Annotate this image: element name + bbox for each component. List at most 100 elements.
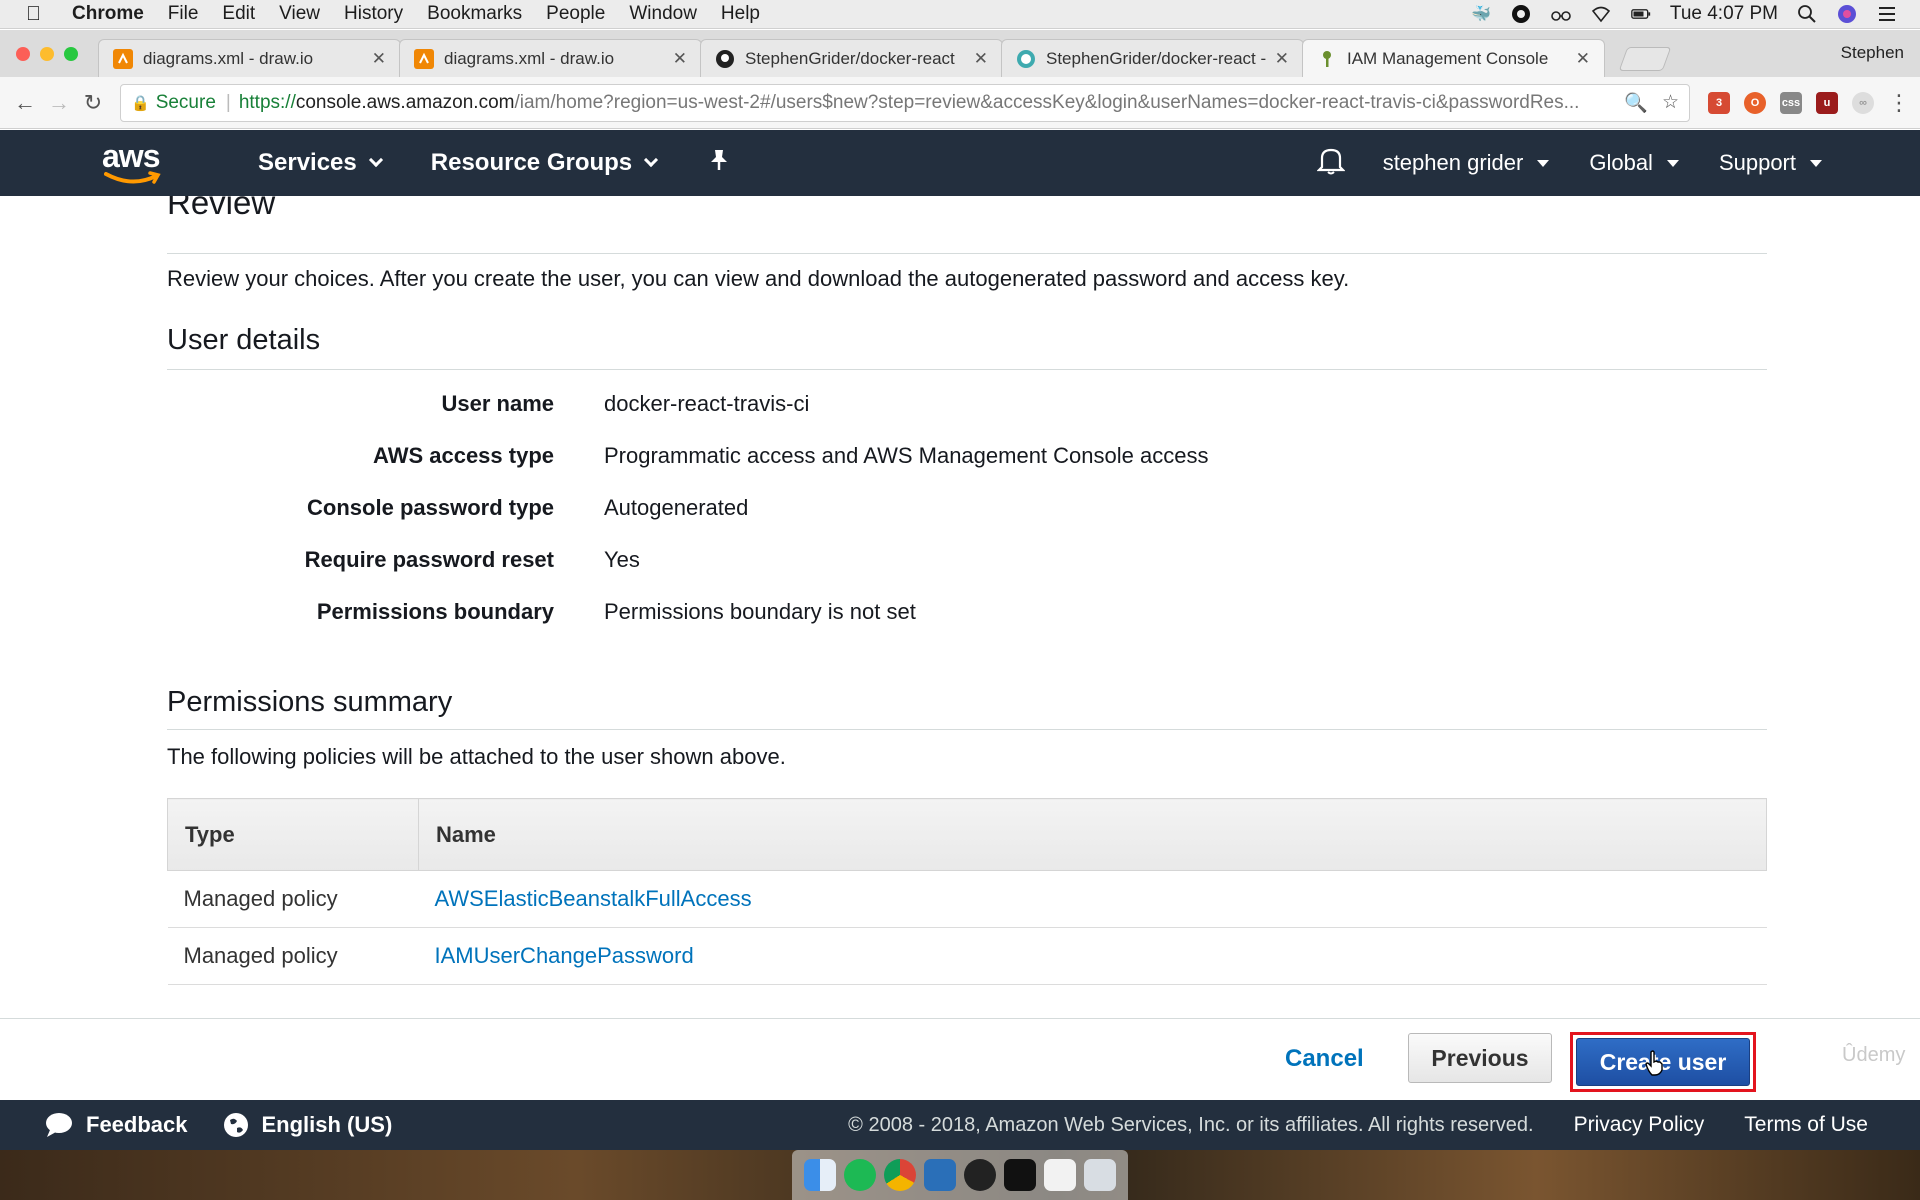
menu-app-chrome[interactable]: Chrome [72, 3, 144, 25]
column-header-name: Name [418, 798, 1767, 871]
aperture-icon[interactable] [1510, 4, 1532, 24]
pin-icon[interactable] [708, 148, 730, 179]
spotify-icon[interactable] [844, 1159, 876, 1191]
extension-icon[interactable]: ∞ [1852, 91, 1874, 114]
tab-close-icon[interactable]: ✕ [974, 49, 988, 69]
privacy-policy-link[interactable]: Privacy Policy [1574, 1113, 1705, 1137]
aws-top-navigation: aws Services Resource Groups stephen gri… [0, 130, 1920, 196]
glasses-icon[interactable] [1550, 4, 1572, 24]
maximize-window-button[interactable] [64, 47, 78, 61]
column-header-type: Type [167, 798, 419, 871]
table-row: Managed policy AWSElasticBeanstalkFullAc… [167, 870, 1767, 928]
browser-tab-iam[interactable]: IAM Management Console ✕ [1302, 39, 1605, 77]
menu-view[interactable]: View [279, 3, 320, 25]
wizard-button-bar: Cancel Previous Create user [0, 1018, 1920, 1100]
policy-type: Managed policy [167, 870, 419, 928]
tab-close-icon[interactable]: ✕ [673, 49, 687, 69]
ublock-shield-icon[interactable]: u [1816, 91, 1838, 114]
close-window-button[interactable] [16, 47, 30, 61]
browser-tab-github[interactable]: StephenGrider/docker-react ✕ [700, 39, 1003, 77]
tab-title: StephenGrider/docker-react - [1046, 48, 1267, 68]
language-selector[interactable]: English (US) [222, 1111, 392, 1139]
policy-link-elastic-beanstalk[interactable]: AWSElasticBeanstalkFullAccess [435, 886, 752, 911]
wifi-icon[interactable] [1590, 4, 1612, 24]
policy-link-change-password[interactable]: IAMUserChangePassword [435, 943, 694, 968]
siri-icon[interactable] [1836, 4, 1858, 24]
opera-extension-icon[interactable]: O [1744, 91, 1766, 114]
previous-button[interactable]: Previous [1408, 1033, 1552, 1083]
chrome-menu-icon[interactable]: ⋮ [1888, 90, 1910, 116]
browser-tab-drawio-2[interactable]: diagrams.xml - draw.io ✕ [399, 39, 702, 77]
calendar-extension-icon[interactable]: 3 [1708, 91, 1730, 114]
terminal-icon[interactable] [1004, 1159, 1036, 1191]
bookmark-star-icon[interactable]: ☆ [1662, 91, 1679, 115]
secure-label: Secure [155, 91, 216, 113]
minimize-window-button[interactable] [40, 47, 54, 61]
browser-tab-travis[interactable]: StephenGrider/docker-react - ✕ [1001, 39, 1304, 77]
divider [167, 729, 1767, 730]
menu-edit[interactable]: Edit [222, 3, 255, 25]
battery-icon[interactable] [1630, 4, 1652, 24]
account-menu[interactable]: stephen grider [1383, 150, 1550, 176]
region-menu[interactable]: Global [1589, 150, 1679, 176]
tab-title: StephenGrider/docker-react [745, 48, 955, 68]
review-content: Review Review your choices. After you cr… [0, 196, 1920, 1018]
document-icon[interactable] [1044, 1159, 1076, 1191]
trash-icon[interactable] [1084, 1159, 1116, 1191]
resource-groups-menu[interactable]: Resource Groups [431, 149, 659, 177]
cancel-button[interactable]: Cancel [1285, 1045, 1364, 1073]
css-extension-icon[interactable]: css [1780, 91, 1802, 114]
chevron-down-icon [644, 152, 659, 168]
feedback-link[interactable]: Feedback [44, 1112, 188, 1138]
drawio-icon [113, 48, 133, 69]
notifications-bell-icon[interactable] [1316, 145, 1346, 182]
menu-window[interactable]: Window [629, 3, 697, 25]
permissions-summary-heading: Permissions summary [167, 686, 453, 718]
aws-key-icon [1317, 49, 1337, 69]
apple-icon[interactable]:  [26, 3, 50, 26]
vscode-icon[interactable] [924, 1159, 956, 1191]
chrome-icon[interactable] [884, 1159, 916, 1191]
menu-history[interactable]: History [344, 3, 403, 25]
tab-title: IAM Management Console [1347, 48, 1549, 68]
menu-bookmarks[interactable]: Bookmarks [427, 3, 522, 25]
divider [167, 369, 1767, 370]
tab-close-icon[interactable]: ✕ [1275, 49, 1289, 69]
browser-tab-drawio-1[interactable]: diagrams.xml - draw.io ✕ [98, 39, 401, 77]
table-row: Managed policy IAMUserChangePassword [167, 927, 1767, 985]
macos-dock [792, 1150, 1128, 1200]
caret-down-icon [1537, 159, 1550, 167]
tab-title: diagrams.xml - draw.io [143, 48, 314, 68]
notification-center-icon[interactable] [1876, 4, 1898, 24]
tab-close-icon[interactable]: ✕ [1576, 49, 1590, 69]
aws-smile-icon [104, 171, 161, 184]
zoom-icon[interactable]: 🔍 [1624, 91, 1648, 115]
menu-file[interactable]: File [168, 3, 199, 25]
new-tab-button[interactable] [1618, 47, 1672, 71]
docker-icon[interactable]: 🐳 [1470, 4, 1492, 24]
omnibox-separator: | [225, 91, 231, 113]
detail-row-password-type: Console password type Autogenerated [307, 495, 749, 520]
chrome-profile-name[interactable]: Stephen [1841, 43, 1904, 63]
finder-icon[interactable] [804, 1159, 836, 1191]
back-arrow-icon[interactable]: ← [8, 86, 42, 120]
support-menu[interactable]: Support [1719, 150, 1822, 176]
spotlight-search-icon[interactable] [1796, 4, 1818, 24]
menu-people[interactable]: People [546, 3, 605, 25]
url-host: console.aws.amazon.com [295, 91, 515, 113]
tab-close-icon[interactable]: ✕ [372, 49, 386, 69]
terms-of-use-link[interactable]: Terms of Use [1744, 1113, 1868, 1137]
obs-icon[interactable] [964, 1159, 996, 1191]
reload-icon[interactable]: ↻ [76, 86, 110, 120]
menu-help[interactable]: Help [721, 3, 760, 25]
forward-arrow-icon[interactable]: → [42, 86, 76, 120]
aws-logo[interactable]: aws [100, 138, 170, 186]
address-bar[interactable]: 🔒 Secure | https:// console.aws.amazon.c… [120, 83, 1690, 122]
travis-icon [1016, 49, 1036, 69]
user-details-list: User name docker-react-travis-ci AWS acc… [167, 378, 1767, 638]
services-menu[interactable]: Services [258, 149, 383, 177]
detail-row-permissions-boundary: Permissions boundary Permissions boundar… [316, 599, 916, 624]
menubar-clock[interactable]: Tue 4:07 PM [1670, 3, 1778, 25]
detail-row-user-name: User name docker-react-travis-ci [441, 391, 810, 416]
detail-row-access-type: AWS access type Programmatic access and … [373, 443, 1209, 468]
